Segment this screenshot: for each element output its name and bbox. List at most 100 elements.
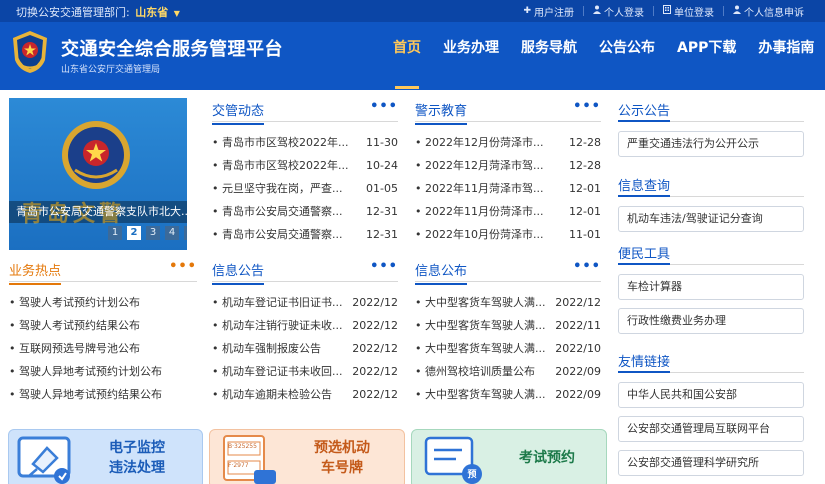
list-item[interactable]: • 2022年10月份菏泽市... 11-01 xyxy=(415,223,601,246)
friendly-link-traffic-bureau[interactable]: 公安部交通管理局互联网平台 xyxy=(618,416,804,442)
info-appeal-label: 个人信息申诉 xyxy=(744,7,804,19)
list-item[interactable]: • 青岛市公安局交通警察... 12-31 xyxy=(212,200,398,223)
info-query-title[interactable]: 信息查询 xyxy=(618,175,670,194)
top-bar: 切换公安交通管理部门: 山东省 ▼ ✚ 用户注册 个人登录 单位登录 个人信息申… xyxy=(0,0,825,22)
nav-business[interactable]: 业务办理 xyxy=(432,22,510,90)
carousel-page-3[interactable]: 3 xyxy=(146,226,160,240)
info-notice-panel: 信息公告 ••• • 机动车登记证书旧证书... 2022/12 • 机动车注销行… xyxy=(212,258,398,406)
list-item[interactable]: • 2022年12月份菏泽市... 12-28 xyxy=(415,131,601,154)
list-item[interactable]: • 机动车登记证书旧证书... 2022/12 xyxy=(212,291,398,314)
plate-preselect-label: 预选机动 车号牌 xyxy=(314,440,370,476)
police-emblem-icon xyxy=(13,31,47,73)
tools-title[interactable]: 便民工具 xyxy=(618,243,670,262)
list-item[interactable]: • 大中型客货车驾驶人满... 2022/10 xyxy=(415,337,601,360)
divider xyxy=(618,263,670,265)
list-item[interactable]: • 互联网预选号牌号池公布 xyxy=(9,337,197,360)
province-selector[interactable]: 山东省 xyxy=(135,6,168,19)
unit-login-label: 单位登录 xyxy=(674,7,714,19)
unit-login-link[interactable]: 单位登录 xyxy=(654,4,723,19)
site-subtitle: 山东省公安厅交通管理局 xyxy=(61,65,161,75)
publish-list: • 大中型客货车驾驶人满... 2022/12 • 大中型客货车驾驶人满... 20… xyxy=(415,291,601,406)
nav-home[interactable]: 首页 xyxy=(382,22,432,90)
more-icon[interactable]: ••• xyxy=(169,259,197,274)
list-item[interactable]: • 青岛市公安局交通警察... 12-31 xyxy=(212,223,398,246)
carousel-page-4[interactable]: 4 xyxy=(165,226,179,240)
main-nav: 首页 业务办理 服务导航 公告公布 APP下载 办事指南 xyxy=(382,22,825,90)
list-item[interactable]: • 驾驶人异地考试预约结果公布 xyxy=(9,383,197,406)
more-icon[interactable]: ••• xyxy=(573,99,601,114)
list-item[interactable]: • 大中型客货车驾驶人满... 2022/09 xyxy=(415,383,601,406)
user-icon xyxy=(593,5,601,17)
panel-title[interactable]: 警示教育 xyxy=(415,100,468,125)
police-badge-image xyxy=(62,121,130,189)
list-item[interactable]: • 机动车登记证书未收回... 2022/12 xyxy=(212,360,398,383)
panel-title[interactable]: 业务热点 xyxy=(9,260,62,285)
fee-payment-link[interactable]: 行政性缴费业务办理 xyxy=(618,308,804,334)
building-icon xyxy=(663,5,671,17)
inspection-calculator-link[interactable]: 车检计算器 xyxy=(618,274,804,300)
more-icon[interactable]: ••• xyxy=(370,99,398,114)
exam-badge: 预 xyxy=(467,470,477,480)
friendly-links-title[interactable]: 友情链接 xyxy=(618,351,670,370)
panel-title[interactable]: 信息公布 xyxy=(415,260,468,285)
caret-down-icon: ▼ xyxy=(173,9,180,18)
list-item[interactable]: • 2022年11月菏泽市驾... 12-01 xyxy=(415,177,601,200)
nav-announcements[interactable]: 公告公布 xyxy=(588,22,666,90)
user-info-icon xyxy=(733,5,741,17)
e-monitor-label: 电子监控 违法处理 xyxy=(109,440,165,476)
list-item[interactable]: • 驾驶人考试预约计划公布 xyxy=(9,291,197,314)
e-monitor-card[interactable]: 电子监控 违法处理 xyxy=(8,429,203,484)
panel-title[interactable]: 信息公告 xyxy=(212,260,265,285)
more-icon[interactable]: ••• xyxy=(370,259,398,274)
nav-app-download[interactable]: APP下载 xyxy=(666,22,747,90)
nav-guide[interactable]: 办事指南 xyxy=(747,22,825,90)
hot-list: • 驾驶人考试预约计划公布 • 驾驶人考试预约结果公布 • 互联网预选号牌号池公… xyxy=(9,291,197,406)
panel-header: 业务热点 ••• xyxy=(9,258,197,285)
list-item[interactable]: • 机动车逾期未检验公告 2022/12 xyxy=(212,383,398,406)
department-switcher[interactable]: 切换公安交通管理部门: 山东省 ▼ xyxy=(16,4,180,20)
list-item[interactable]: • 驾驶人考试预约结果公布 xyxy=(9,314,197,337)
more-icon[interactable]: ••• xyxy=(573,259,601,274)
account-links: ✚ 用户注册 个人登录 单位登录 个人信息申诉 xyxy=(514,0,813,22)
list-item[interactable]: • 元旦坚守我在岗，严查... 01-05 xyxy=(212,177,398,200)
nav-service-guide[interactable]: 服务导航 xyxy=(510,22,588,90)
list-item[interactable]: • 驾驶人异地考试预约计划公布 xyxy=(9,360,197,383)
education-list: • 2022年12月份菏泽市... 12-28 • 2022年12月菏泽市驾...… xyxy=(415,131,601,246)
friendly-link-mps[interactable]: 中华人民共和国公安部 xyxy=(618,382,804,408)
list-item[interactable]: • 大中型客货车驾驶人满... 2022/11 xyxy=(415,314,601,337)
register-link[interactable]: ✚ 用户注册 xyxy=(514,4,583,19)
site-title[interactable]: 交通安全综合服务管理平台 xyxy=(61,35,283,61)
carousel-page-2[interactable]: 2 xyxy=(127,226,141,240)
panel-header: 警示教育 ••• xyxy=(415,98,601,125)
divider xyxy=(618,120,670,122)
exam-booking-card[interactable]: 预 考试预约 xyxy=(411,429,607,484)
list-item[interactable]: • 青岛市市区驾校2022年... 11-30 xyxy=(212,131,398,154)
traffic-news-panel: 交管动态 ••• • 青岛市市区驾校2022年... 11-30 • 青岛市市区驾… xyxy=(212,98,398,246)
list-item[interactable]: • 机动车注销行驶证未收... 2022/12 xyxy=(212,314,398,337)
plate-preselect-card[interactable]: B·325255 F·2977 预选机动 车号牌 xyxy=(209,429,405,484)
news-carousel[interactable]: 青岛文警 青岛市公安局交通警察支队市北大... 1 2 3 4 5 xyxy=(9,98,187,250)
carousel-caption[interactable]: 青岛市公安局交通警察支队市北大... xyxy=(9,201,187,223)
carousel-page-1[interactable]: 1 xyxy=(108,226,122,240)
public-notice-link[interactable]: 严重交通违法行为公开公示 xyxy=(618,131,804,157)
panel-title[interactable]: 交管动态 xyxy=(212,100,265,125)
list-item[interactable]: • 2022年12月菏泽市驾... 12-28 xyxy=(415,154,601,177)
list-item[interactable]: • 机动车强制报废公告 2022/12 xyxy=(212,337,398,360)
info-appeal-link[interactable]: 个人信息申诉 xyxy=(724,4,813,19)
panel-header: 信息公告 ••• xyxy=(212,258,398,285)
warning-education-panel: 警示教育 ••• • 2022年12月份菏泽市... 12-28 • 2022年1… xyxy=(415,98,601,246)
list-item[interactable]: • 2022年11月份菏泽市... 12-01 xyxy=(415,200,601,223)
list-item[interactable]: • 大中型客货车驾驶人满... 2022/12 xyxy=(415,291,601,314)
public-notice-title[interactable]: 公示公告 xyxy=(618,100,670,119)
list-item[interactable]: • 德州驾校培训质量公布 2022/09 xyxy=(415,360,601,383)
news-list: • 青岛市市区驾校2022年... 11-30 • 青岛市市区驾校2022年...… xyxy=(212,131,398,246)
plus-icon: ✚ xyxy=(523,6,531,16)
friendly-link-research-institute[interactable]: 公安部交通管理科学研究所 xyxy=(618,450,804,476)
exam-booking-label: 考试预约 xyxy=(519,450,575,466)
violation-query-link[interactable]: 机动车违法/驾驶证记分查询 xyxy=(618,206,804,232)
carousel-page-5[interactable]: 5 xyxy=(184,226,187,240)
info-publish-panel: 信息公布 ••• • 大中型客货车驾驶人满... 2022/12 • 大中型客货车… xyxy=(415,258,601,406)
personal-login-link[interactable]: 个人登录 xyxy=(584,4,653,19)
list-item[interactable]: • 青岛市市区驾校2022年... 10-24 xyxy=(212,154,398,177)
monitor-icon xyxy=(17,436,71,484)
